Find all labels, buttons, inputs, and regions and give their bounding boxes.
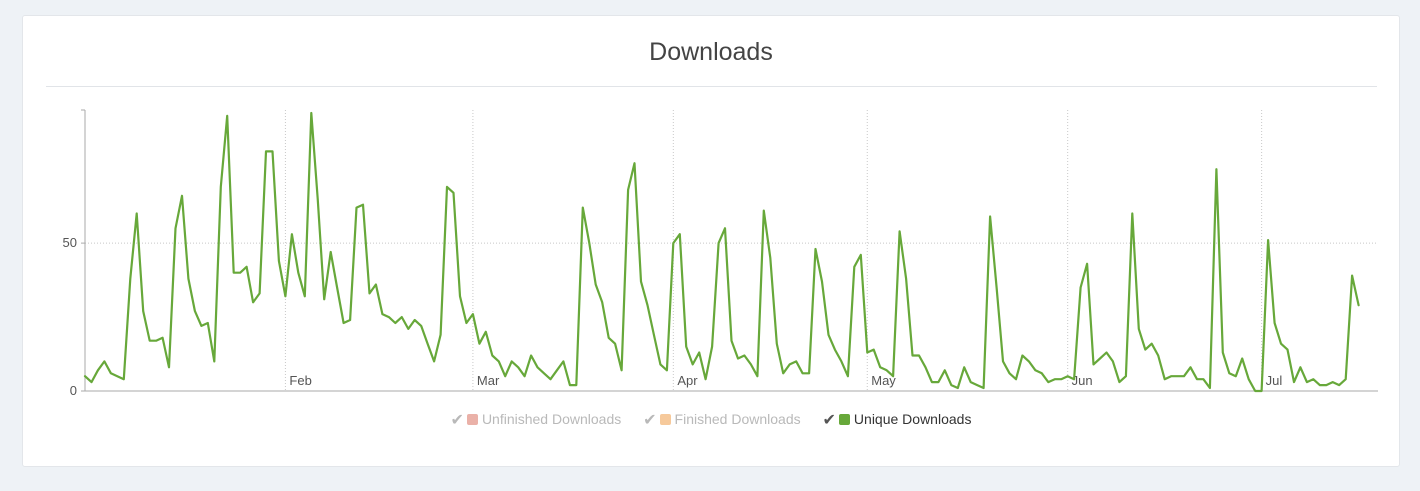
legend-label-unique: Unique Downloads bbox=[853, 411, 972, 427]
legend-swatch-unique bbox=[838, 414, 850, 425]
chart-card: Downloads Feb Mar Apr May Jun Jul 0 50 ✔ Unfinis… bbox=[22, 15, 1400, 467]
x-tick-label: Apr bbox=[677, 373, 698, 388]
y-tick-label: 0 bbox=[70, 383, 77, 398]
legend-swatch-unfinished bbox=[466, 414, 478, 425]
legend-item-finished-downloads[interactable]: ✔ Finished Downloads bbox=[643, 410, 800, 430]
x-tick-label: Mar bbox=[477, 373, 500, 388]
check-icon: ✔ bbox=[822, 412, 836, 429]
series-line-unique-downloads bbox=[83, 111, 1360, 393]
check-icon: ✔ bbox=[643, 412, 657, 429]
legend-item-unique-downloads[interactable]: ✔ Unique Downloads bbox=[823, 410, 972, 430]
x-tick-label: Jul bbox=[1266, 373, 1283, 388]
chart-legend: ✔ Unfinished Downloads ✔ Finished Download… bbox=[23, 410, 1399, 430]
downloads-chart: Feb Mar Apr May Jun Jul050 bbox=[63, 109, 1378, 398]
legend-item-unfinished-downloads[interactable]: ✔ Unfinished Downloads bbox=[451, 410, 622, 430]
legend-label-unfinished: Unfinished Downloads bbox=[481, 411, 622, 427]
x-tick-label: Feb bbox=[289, 373, 311, 388]
legend-swatch-finished bbox=[659, 414, 671, 425]
legend-label-finished: Finished Downloads bbox=[674, 411, 801, 427]
check-icon: ✔ bbox=[450, 412, 464, 429]
y-tick-label: 50 bbox=[63, 235, 77, 250]
